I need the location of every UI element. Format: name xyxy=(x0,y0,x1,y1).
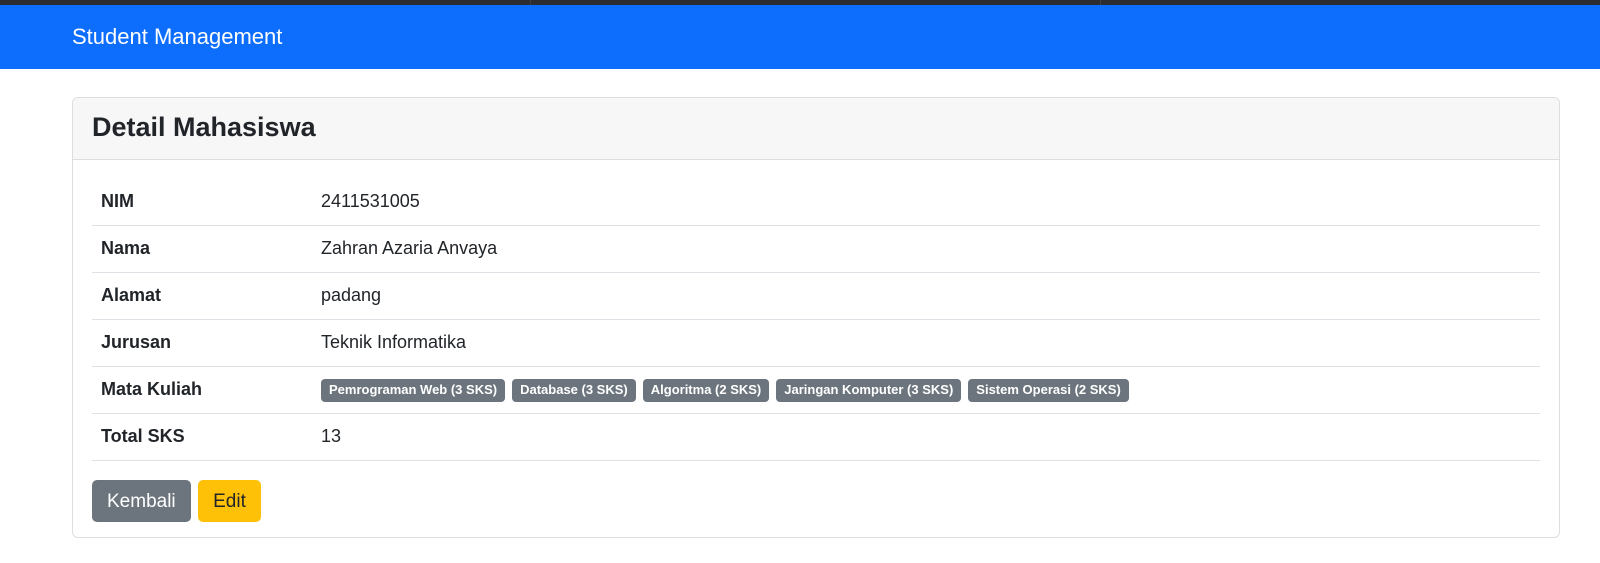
action-buttons: Kembali Edit xyxy=(92,479,1540,522)
row-nim: NIM 2411531005 xyxy=(92,178,1540,226)
detail-table: NIM 2411531005 Nama Zahran Azaria Anvaya… xyxy=(92,178,1540,461)
total-sks-value: 13 xyxy=(321,413,1540,461)
mata-kuliah-value: Pemrograman Web (3 SKS) Database (3 SKS) A… xyxy=(321,366,1540,414)
edit-button[interactable]: Edit xyxy=(198,479,261,522)
row-jurusan: Jurusan Teknik Informatika xyxy=(92,319,1540,367)
navbar-brand[interactable]: Student Management xyxy=(72,5,282,69)
row-alamat: Alamat padang xyxy=(92,272,1540,320)
detail-card: Detail Mahasiswa NIM 2411531005 Nama Zah… xyxy=(72,97,1560,538)
row-nama: Nama Zahran Azaria Anvaya xyxy=(92,225,1540,273)
back-button[interactable]: Kembali xyxy=(92,479,191,522)
card-body: NIM 2411531005 Nama Zahran Azaria Anvaya… xyxy=(73,160,1559,522)
row-total-sks: Total SKS 13 xyxy=(92,413,1540,461)
jurusan-label: Jurusan xyxy=(92,319,321,367)
alamat-value: padang xyxy=(321,272,1540,320)
nim-label: NIM xyxy=(92,178,321,226)
course-badge: Algoritma (2 SKS) xyxy=(642,378,770,402)
nama-label: Nama xyxy=(92,225,321,273)
nama-value: Zahran Azaria Anvaya xyxy=(321,225,1540,273)
card-title: Detail Mahasiswa xyxy=(92,112,316,142)
mata-kuliah-label: Mata Kuliah xyxy=(92,366,321,414)
course-badge: Database (3 SKS) xyxy=(512,378,636,402)
alamat-label: Alamat xyxy=(92,272,321,320)
nim-value: 2411531005 xyxy=(321,178,1540,226)
course-badge: Pemrograman Web (3 SKS) xyxy=(321,378,506,402)
total-sks-label: Total SKS xyxy=(92,413,321,461)
jurusan-value: Teknik Informatika xyxy=(321,319,1540,367)
card-header: Detail Mahasiswa xyxy=(73,98,1559,160)
course-badge: Jaringan Komputer (3 SKS) xyxy=(776,378,962,402)
row-mata-kuliah: Mata Kuliah Pemrograman Web (3 SKS) Datab… xyxy=(92,366,1540,414)
navbar: Student Management xyxy=(0,5,1600,69)
course-badge: Sistem Operasi (2 SKS) xyxy=(968,378,1129,402)
